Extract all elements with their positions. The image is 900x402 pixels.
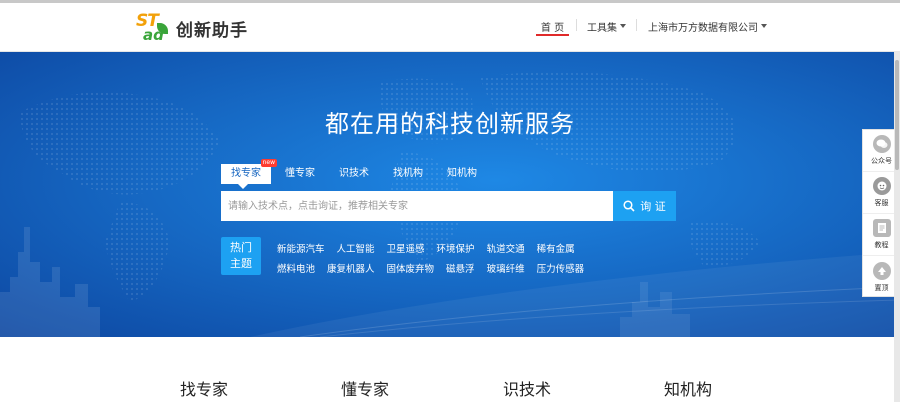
tab-find-expert[interactable]: 找专家 new <box>221 159 277 189</box>
search-input[interactable] <box>221 191 613 221</box>
hot-topic-link[interactable]: 环境保护 <box>437 241 475 255</box>
nav-company-dropdown[interactable]: 上海市万方数据有限公司 <box>648 15 767 37</box>
hot-topic-link[interactable]: 稀有金属 <box>537 241 575 255</box>
hot-topics-label: 热门 主题 <box>221 237 261 275</box>
back-to-top-icon <box>872 261 891 280</box>
side-item-label: 置顶 <box>874 283 889 292</box>
tab-label: 找机构 <box>393 168 423 179</box>
hot-topics-row: 新能源汽车 人工智能 卫星遥感 环境保护 轨道交通 稀有金属 <box>277 241 587 255</box>
hot-topic-link[interactable]: 固体废弃物 <box>387 261 435 275</box>
tab-label: 知机构 <box>447 168 477 179</box>
section-heading-identify-tech: 识技术 <box>503 380 552 399</box>
side-item-label: 公众号 <box>871 157 892 165</box>
side-item-label: 教程 <box>874 241 889 249</box>
section-heading-know-institution: 知机构 <box>664 380 713 399</box>
hot-topic-link[interactable]: 康复机器人 <box>327 261 375 275</box>
top-bar: ST ad 创新助手 首 页 工具集 上海市万方数据有限公司 <box>0 0 900 52</box>
hot-topic-link[interactable]: 磁悬浮 <box>446 261 475 275</box>
caret-down-icon <box>620 24 626 28</box>
hot-topic-link[interactable]: 燃料电池 <box>277 261 315 275</box>
hot-topic-link[interactable]: 新能源汽车 <box>277 241 325 255</box>
search-tabs: 找专家 new 懂专家 识技术 找机构 知机构 <box>221 159 491 189</box>
side-item-label: 客服 <box>874 199 889 207</box>
hot-label-line: 主题 <box>230 257 252 270</box>
nav-company-label: 上海市万方数据有限公司 <box>648 22 758 34</box>
hot-topics-row: 燃料电池 康复机器人 固体废弃物 磁悬浮 玻璃纤维 压力传感器 <box>277 261 596 275</box>
section-headings: 找专家 懂专家 识技术 知机构 <box>0 376 900 402</box>
search-bar: 询 证 <box>221 191 676 221</box>
nav-divider <box>636 19 637 31</box>
hero-title: 都在用的科技创新服务 <box>325 110 575 138</box>
nav-home-label: 首 页 <box>540 22 565 34</box>
tab-identify-tech[interactable]: 识技术 <box>329 164 379 184</box>
tab-know-institution[interactable]: 知机构 <box>437 164 487 184</box>
search-button[interactable]: 询 证 <box>613 191 676 221</box>
section-heading-find-expert: 找专家 <box>180 380 229 399</box>
tab-label: 识技术 <box>339 168 369 179</box>
tab-find-institution[interactable]: 找机构 <box>383 164 433 184</box>
search-icon <box>623 200 635 212</box>
search-button-label: 询 证 <box>640 200 666 213</box>
nav-divider <box>576 19 577 31</box>
hot-topic-link[interactable]: 卫星遥感 <box>387 241 425 255</box>
customer-service-icon <box>872 177 891 195</box>
scrollbar-thumb[interactable] <box>895 60 899 170</box>
tab-label: 找专家 <box>231 168 261 179</box>
nav-home[interactable]: 首 页 <box>536 15 569 37</box>
hot-topic-link[interactable]: 压力传感器 <box>537 261 585 275</box>
tab-label: 懂专家 <box>285 168 315 179</box>
logo-text: 创新助手 <box>176 20 248 41</box>
hero-banner: 都在用的科技创新服务 找专家 new 懂专家 识技术 找机构 知机构 询 证 热… <box>0 52 900 337</box>
wechat-icon <box>872 135 891 153</box>
hot-topic-link[interactable]: 玻璃纤维 <box>487 261 525 275</box>
logo-mark: ST ad <box>136 11 170 45</box>
caret-down-icon <box>761 24 767 28</box>
nav-active-underline <box>536 34 569 36</box>
hot-topic-link[interactable]: 人工智能 <box>337 241 375 255</box>
tutorial-icon <box>872 219 891 237</box>
logo[interactable]: ST ad 创新助手 <box>136 10 248 46</box>
section-heading-know-expert: 懂专家 <box>341 380 390 399</box>
hot-topic-link[interactable]: 轨道交通 <box>487 241 525 255</box>
tab-know-expert[interactable]: 懂专家 <box>275 164 325 184</box>
nav-tools-dropdown[interactable]: 工具集 <box>587 15 626 37</box>
nav-tools-label: 工具集 <box>587 22 617 34</box>
page: ST ad 创新助手 首 页 工具集 上海市万方数据有限公司 都在用的科技创新服… <box>0 0 900 402</box>
hot-label-line: 热门 <box>230 241 252 254</box>
